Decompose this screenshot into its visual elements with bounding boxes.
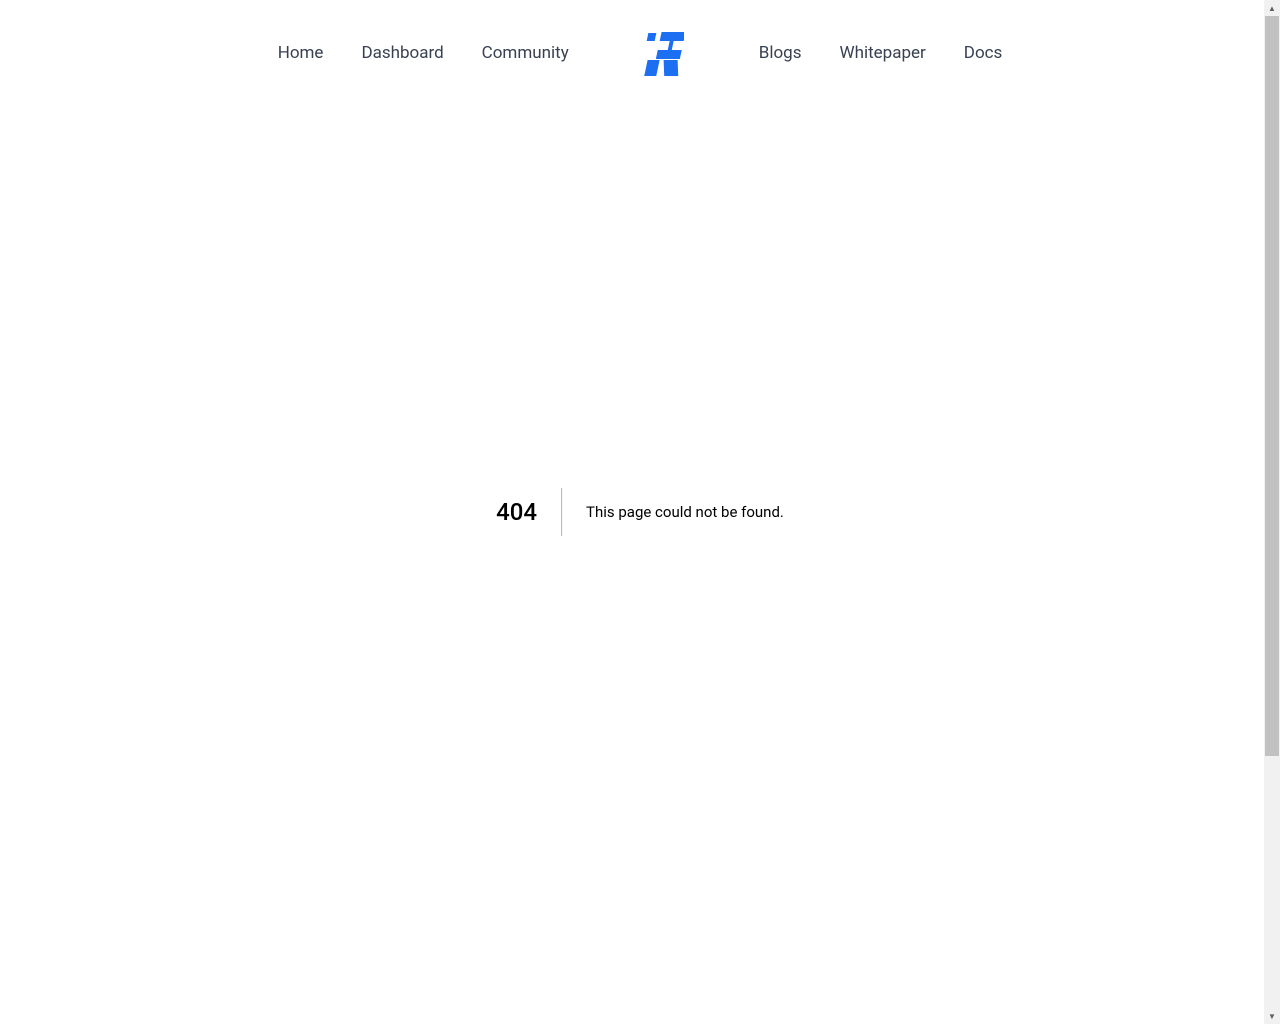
logo-container[interactable] bbox=[644, 30, 684, 76]
scrollbar-arrow-up-icon[interactable]: ▲ bbox=[1264, 0, 1280, 16]
nav-link-docs[interactable]: Docs bbox=[964, 43, 1003, 63]
nav-left-group: Home Dashboard Community bbox=[278, 43, 569, 63]
error-message: This page could not be found. bbox=[562, 488, 784, 536]
nav-link-home[interactable]: Home bbox=[278, 43, 324, 63]
nav-right-group: Blogs Whitepaper Docs bbox=[759, 43, 1003, 63]
nav-link-blogs[interactable]: Blogs bbox=[759, 43, 802, 63]
scrollbar-arrow-down-icon[interactable]: ▼ bbox=[1264, 1008, 1280, 1024]
top-navigation: Home Dashboard Community Blogs Whitepape… bbox=[0, 0, 1280, 106]
error-box: 404 This page could not be found. bbox=[496, 488, 784, 536]
nav-link-dashboard[interactable]: Dashboard bbox=[361, 43, 443, 63]
scrollbar-track[interactable]: ▲ ▼ bbox=[1264, 0, 1280, 1024]
error-code: 404 bbox=[496, 488, 562, 536]
scrollbar-thumb[interactable] bbox=[1265, 16, 1279, 756]
nav-link-whitepaper[interactable]: Whitepaper bbox=[840, 43, 926, 63]
nav-link-community[interactable]: Community bbox=[482, 43, 569, 63]
brand-logo-icon bbox=[644, 30, 684, 76]
